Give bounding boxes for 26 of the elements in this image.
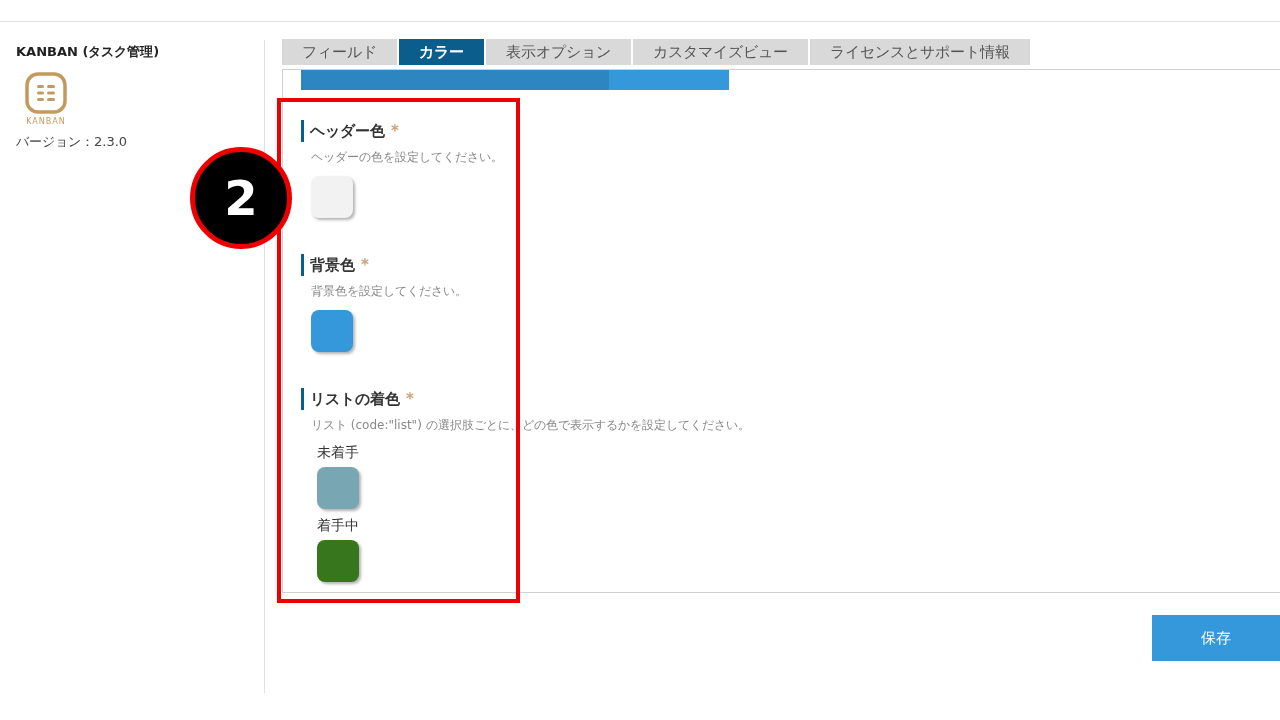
list-option-label: 未着手 [317,443,360,462]
required-mark: * [406,388,414,410]
app-logo-icon [25,71,67,114]
version-text: バージョン：2.3.0 [16,132,129,151]
section-title: 背景色 [310,254,355,276]
required-mark: * [391,120,399,142]
step-badge: 2 [190,147,292,249]
tab[interactable]: カラー [399,39,484,65]
tab[interactable]: フィールド [282,39,397,65]
required-mark: * [361,254,369,276]
color-swatch[interactable] [317,540,359,582]
tab[interactable]: カスタマイズビュー [633,39,808,65]
section-description: 背景色を設定してください。 [311,283,468,300]
tab[interactable]: 表示オプション [486,39,631,65]
list-option-label: 着手中 [317,516,360,535]
section-description: ヘッダーの色を設定してください。 [311,149,504,166]
color-swatch[interactable] [317,467,359,509]
tab[interactable]: ライセンスとサポート情報 [810,39,1030,65]
logo-text: KANBAN [26,115,66,128]
section-description: リスト (code:"list") の選択肢ごとに、どの色で表示するかを設定してください。 [311,417,751,434]
app-name: KANBAN (タスク管理) [16,43,161,61]
color-swatch[interactable] [311,176,353,218]
section-title: ヘッダー色 [310,120,385,142]
color-swatch[interactable] [311,310,353,352]
save-button[interactable]: 保存 [1152,615,1280,661]
section-title: リストの着色 [310,388,400,410]
